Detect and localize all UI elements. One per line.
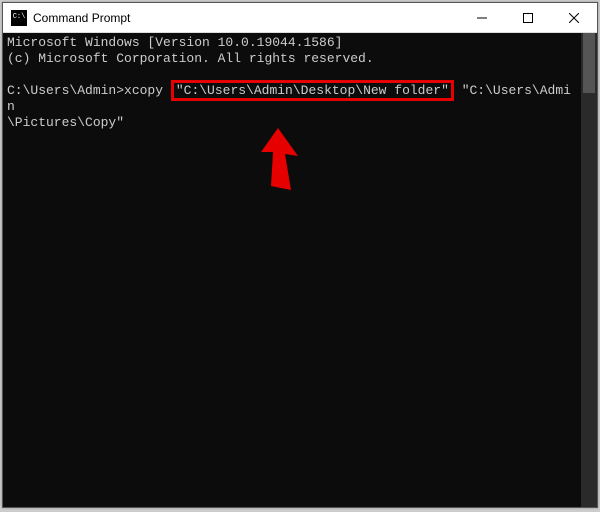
scrollbar-thumb[interactable] xyxy=(583,33,595,93)
version-line: Microsoft Windows [Version 10.0.19044.15… xyxy=(7,35,342,50)
minimize-icon xyxy=(477,13,487,23)
command-prompt-window: Command Prompt Microsoft Windows [Versio… xyxy=(2,2,598,508)
titlebar[interactable]: Command Prompt xyxy=(3,3,597,33)
cmd-icon xyxy=(11,10,27,26)
vertical-scrollbar[interactable] xyxy=(581,33,597,507)
prompt-text: C:\Users\Admin> xyxy=(7,83,124,98)
copyright-line: (c) Microsoft Corporation. All rights re… xyxy=(7,51,374,66)
minimize-button[interactable] xyxy=(459,3,505,33)
maximize-icon xyxy=(523,13,533,23)
window-title: Command Prompt xyxy=(33,11,130,25)
terminal-output[interactable]: Microsoft Windows [Version 10.0.19044.15… xyxy=(3,33,581,507)
command-text: xcopy xyxy=(124,83,171,98)
gap xyxy=(454,83,462,98)
dest-path-part2: \Pictures\Copy" xyxy=(7,115,124,130)
maximize-button[interactable] xyxy=(505,3,551,33)
highlighted-source-path: "C:\Users\Admin\Desktop\New folder" xyxy=(171,80,454,101)
close-button[interactable] xyxy=(551,3,597,33)
terminal-area: Microsoft Windows [Version 10.0.19044.15… xyxy=(3,33,597,507)
close-icon xyxy=(569,13,579,23)
